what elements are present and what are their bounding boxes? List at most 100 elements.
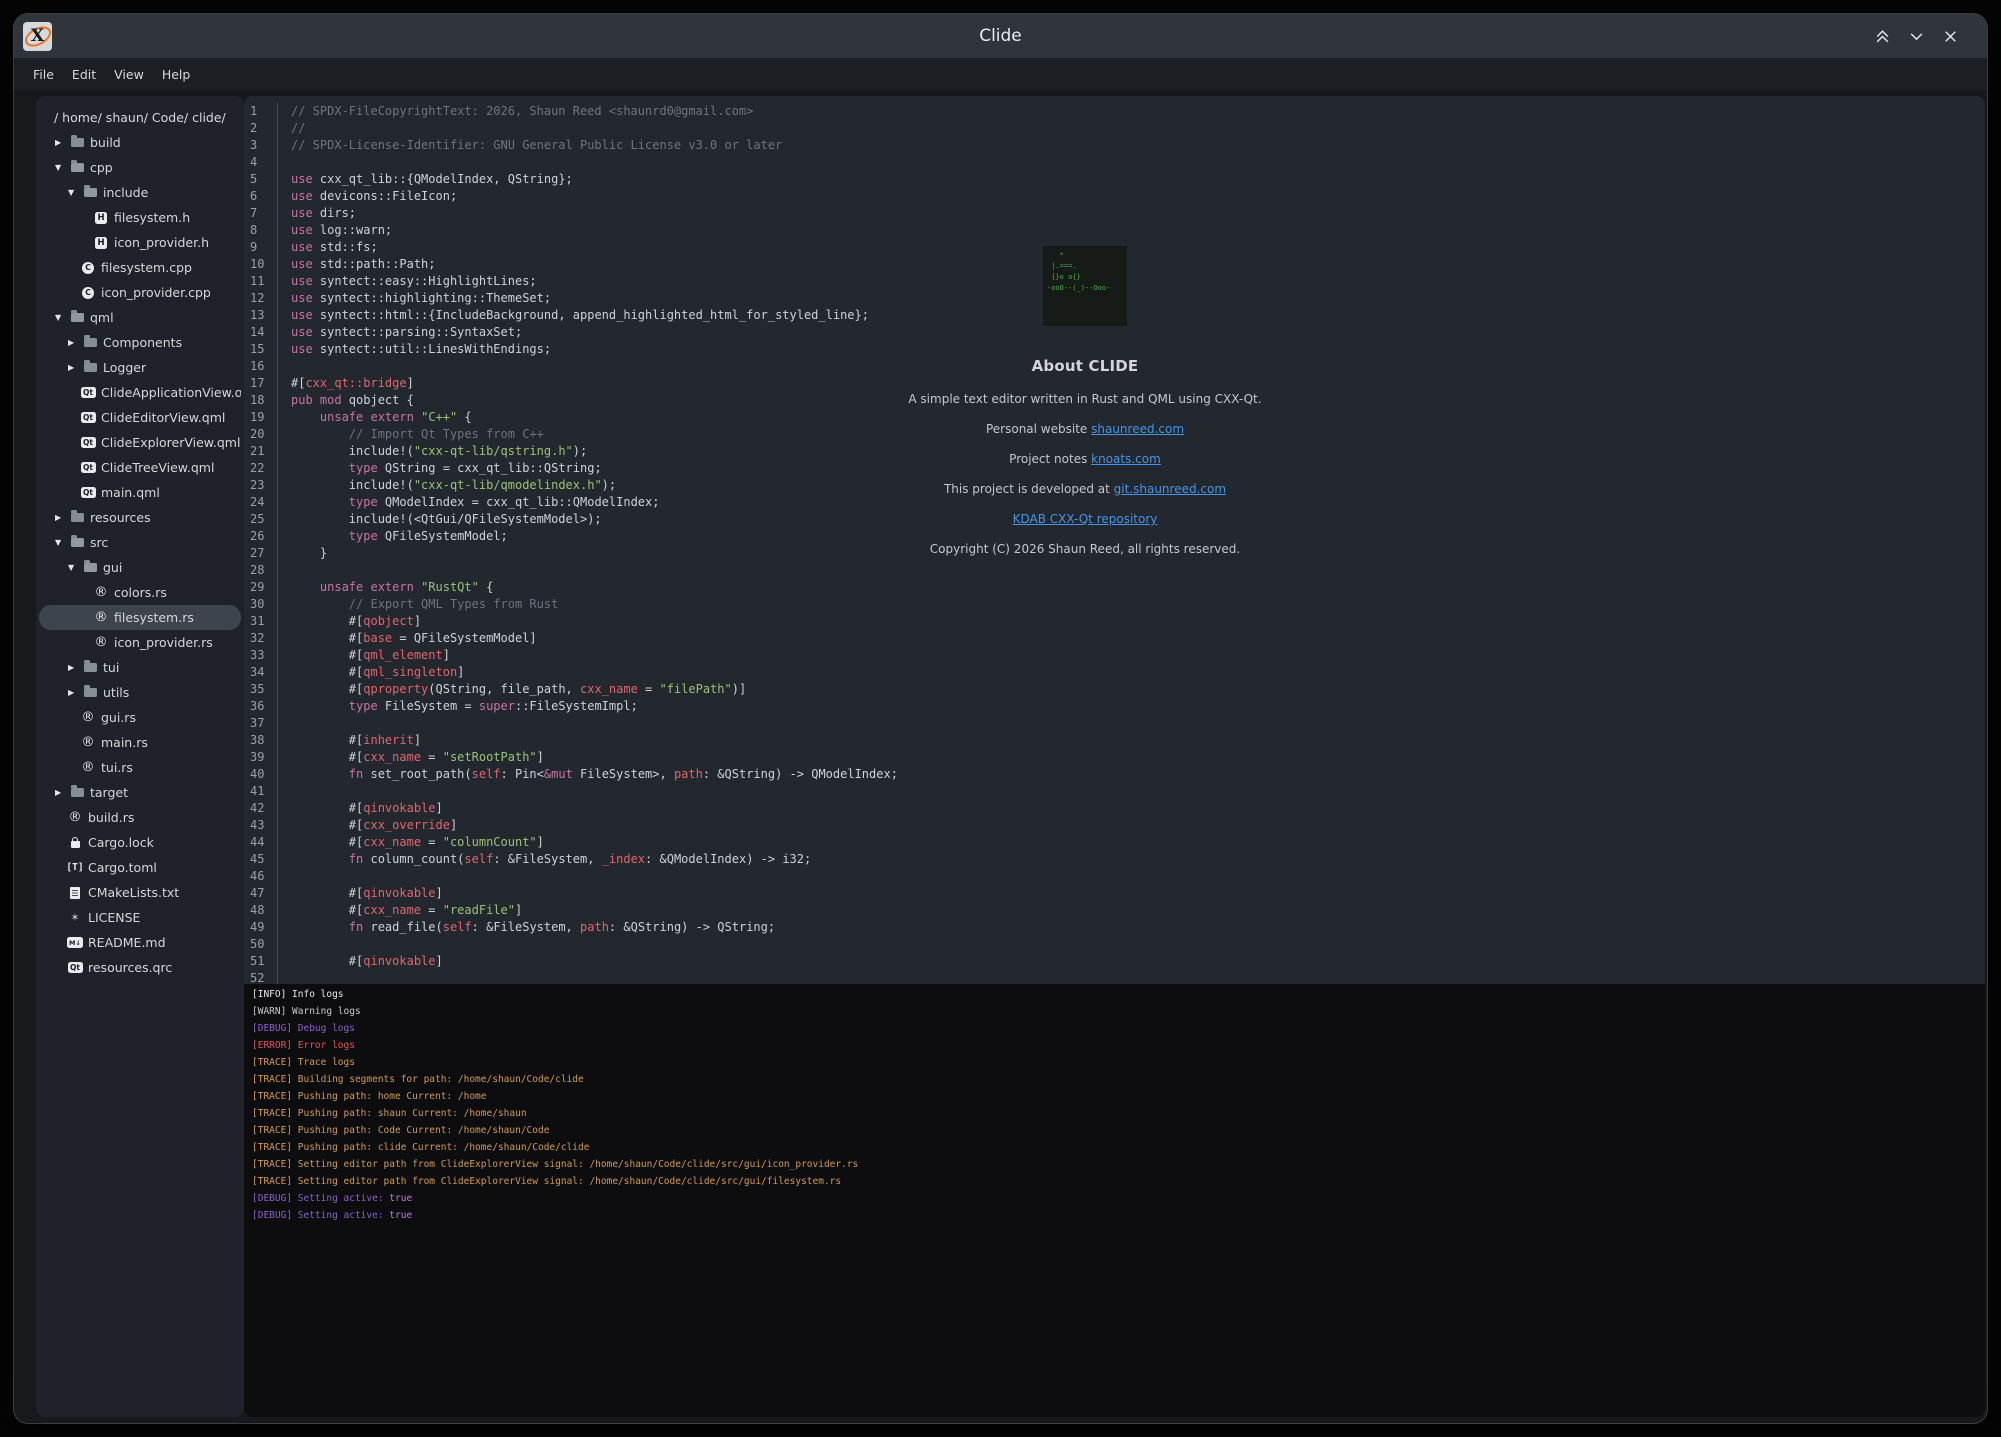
tree-item-cpp[interactable]: ▼cpp — [39, 155, 241, 180]
line-content — [278, 562, 291, 579]
lock-icon — [67, 837, 83, 848]
line-content: include!("cxx-qt-lib/qmodelindex.h"); — [278, 477, 616, 494]
tree-item-cargo-lock[interactable]: Cargo.lock — [39, 830, 241, 855]
menu-edit[interactable]: Edit — [63, 64, 105, 85]
tree-item-colors-rs[interactable]: ®colors.rs — [39, 580, 241, 605]
about-subtitle: A simple text editor written in Rust and… — [875, 392, 1295, 406]
line-content: } — [278, 545, 327, 562]
maximize-button[interactable] — [1874, 28, 1891, 45]
line-content: // Import Qt Types from C++ — [278, 426, 544, 443]
log-line-debug: [DEBUG] Debug logs — [252, 1020, 1985, 1037]
line-content — [278, 970, 291, 984]
menu-file[interactable]: File — [24, 64, 63, 85]
tree-item-cargo-toml[interactable]: [T]Cargo.toml — [39, 855, 241, 880]
tree-item-target[interactable]: ▶target — [39, 780, 241, 805]
line-content: use log::warn; — [278, 222, 392, 239]
log-line-trace: [TRACE] Pushing path: home Current: /hom… — [252, 1088, 1985, 1105]
tree-item-label: LICENSE — [88, 910, 140, 925]
tree-item-gui[interactable]: ▼gui — [39, 555, 241, 580]
tree-item-license[interactable]: ✶LICENSE — [39, 905, 241, 930]
tree-item-cmakelists-txt[interactable]: CMakeLists.txt — [39, 880, 241, 905]
file-tree-panel[interactable]: / home/ shaun/ Code/ clide/ ▶build▼cpp▼i… — [36, 96, 244, 1417]
tree-item-icon-provider-rs[interactable]: ®icon_provider.rs — [39, 630, 241, 655]
tree-item-components[interactable]: ▶Components — [39, 330, 241, 355]
line-number: 25 — [244, 511, 278, 528]
tree-item-main-rs[interactable]: ®main.rs — [39, 730, 241, 755]
tree-item-gui-rs[interactable]: ®gui.rs — [39, 705, 241, 730]
minimize-button[interactable] — [1908, 28, 1925, 45]
tree-item-include[interactable]: ▼include — [39, 180, 241, 205]
chevron-right-icon: ▶ — [55, 138, 69, 147]
tree-item-label: Logger — [103, 360, 146, 375]
line-number: 26 — [244, 528, 278, 545]
log-value-true: true — [389, 1210, 412, 1221]
tree-item-clideapplicationview-qml[interactable]: QtClideApplicationView.qml — [39, 380, 241, 405]
qt-icon: Qt — [80, 387, 96, 398]
line-content: #[cxx_qt::bridge] — [278, 375, 414, 392]
line-content: #[cxx_name = "readFile"] — [278, 902, 522, 919]
line-content — [278, 783, 291, 800]
folder-icon — [82, 563, 98, 572]
tree-item-tui[interactable]: ▶tui — [39, 655, 241, 680]
line-content: fn set_root_path(self: Pin<&mut FileSyst… — [278, 766, 898, 783]
tree-item-label: Cargo.lock — [88, 835, 154, 850]
code-line: 50 — [244, 936, 1985, 953]
tree-item-filesystem-cpp[interactable]: Cfilesystem.cpp — [39, 255, 241, 280]
window-controls — [1874, 14, 1959, 58]
code-line: 42 #[qinvokable] — [244, 800, 1985, 817]
code-line: 6use devicons::FileIcon; — [244, 188, 1985, 205]
line-number: 8 — [244, 222, 278, 239]
rust-icon: ® — [80, 762, 96, 774]
menu-help[interactable]: Help — [153, 64, 200, 85]
line-number: 12 — [244, 290, 278, 307]
tree-item-resources-qrc[interactable]: Qtresources.qrc — [39, 955, 241, 980]
line-number: 44 — [244, 834, 278, 851]
menu-view[interactable]: View — [105, 64, 153, 85]
link-shaunreed-com[interactable]: shaunreed.com — [1091, 422, 1184, 436]
tree-item-filesystem-h[interactable]: Hfilesystem.h — [39, 205, 241, 230]
tree-root-path: / home/ shaun/ Code/ clide/ — [36, 105, 244, 130]
tree-item-utils[interactable]: ▶utils — [39, 680, 241, 705]
tree-item-label: src — [90, 535, 108, 550]
link-knoats-com[interactable]: knoats.com — [1091, 452, 1161, 466]
tree-item-filesystem-rs[interactable]: ®filesystem.rs — [39, 605, 241, 630]
log-line-trace: [TRACE] Trace logs — [252, 1054, 1985, 1071]
line-content: use std::path::Path; — [278, 256, 436, 273]
tree-item-build-rs[interactable]: ®build.rs — [39, 805, 241, 830]
line-number: 6 — [244, 188, 278, 205]
rust-icon: ® — [93, 637, 109, 649]
link-kdab-cxx-qt-repository[interactable]: KDAB CXX-Qt repository — [1013, 512, 1158, 526]
log-value-true: true — [389, 1193, 412, 1204]
tree-item-readme-md[interactable]: M↓README.md — [39, 930, 241, 955]
tree-item-build[interactable]: ▶build — [39, 130, 241, 155]
tree-item-clideexplorerview-qml[interactable]: QtClideExplorerView.qml — [39, 430, 241, 455]
chevron-down-icon: ▼ — [68, 563, 82, 572]
tree-item-tui-rs[interactable]: ®tui.rs — [39, 755, 241, 780]
link-git-shaunreed-com[interactable]: git.shaunreed.com — [1114, 482, 1226, 496]
code-line: 3// SPDX-License-Identifier: GNU General… — [244, 137, 1985, 154]
folder-icon — [82, 363, 98, 372]
md-icon: M↓ — [67, 937, 83, 948]
tree-item-icon-provider-h[interactable]: Hicon_provider.h — [39, 230, 241, 255]
tree-item-main-qml[interactable]: Qtmain.qml — [39, 480, 241, 505]
tree-item-icon-provider-cpp[interactable]: Cicon_provider.cpp — [39, 280, 241, 305]
tree-item-qml[interactable]: ▼qml — [39, 305, 241, 330]
chevron-right-icon: ▶ — [68, 688, 82, 697]
line-number: 22 — [244, 460, 278, 477]
tree-item-resources[interactable]: ▶resources — [39, 505, 241, 530]
tree-item-clidetreeview-qml[interactable]: QtClideTreeView.qml — [39, 455, 241, 480]
rust-icon: ® — [80, 737, 96, 749]
line-number: 29 — [244, 579, 278, 596]
tree-item-logger[interactable]: ▶Logger — [39, 355, 241, 380]
qt-icon: Qt — [80, 462, 96, 473]
title-bar[interactable]: X Clide — [14, 14, 1987, 58]
tree-item-label: CMakeLists.txt — [88, 885, 179, 900]
line-number: 49 — [244, 919, 278, 936]
close-button[interactable] — [1942, 28, 1959, 45]
line-content: use syntect::highlighting::ThemeSet; — [278, 290, 551, 307]
tree-item-clideeditorview-qml[interactable]: QtClideEditorView.qml — [39, 405, 241, 430]
code-line: 51 #[qinvokable] — [244, 953, 1985, 970]
tree-item-src[interactable]: ▼src — [39, 530, 241, 555]
line-number: 52 — [244, 970, 278, 984]
h-icon: H — [93, 212, 109, 224]
